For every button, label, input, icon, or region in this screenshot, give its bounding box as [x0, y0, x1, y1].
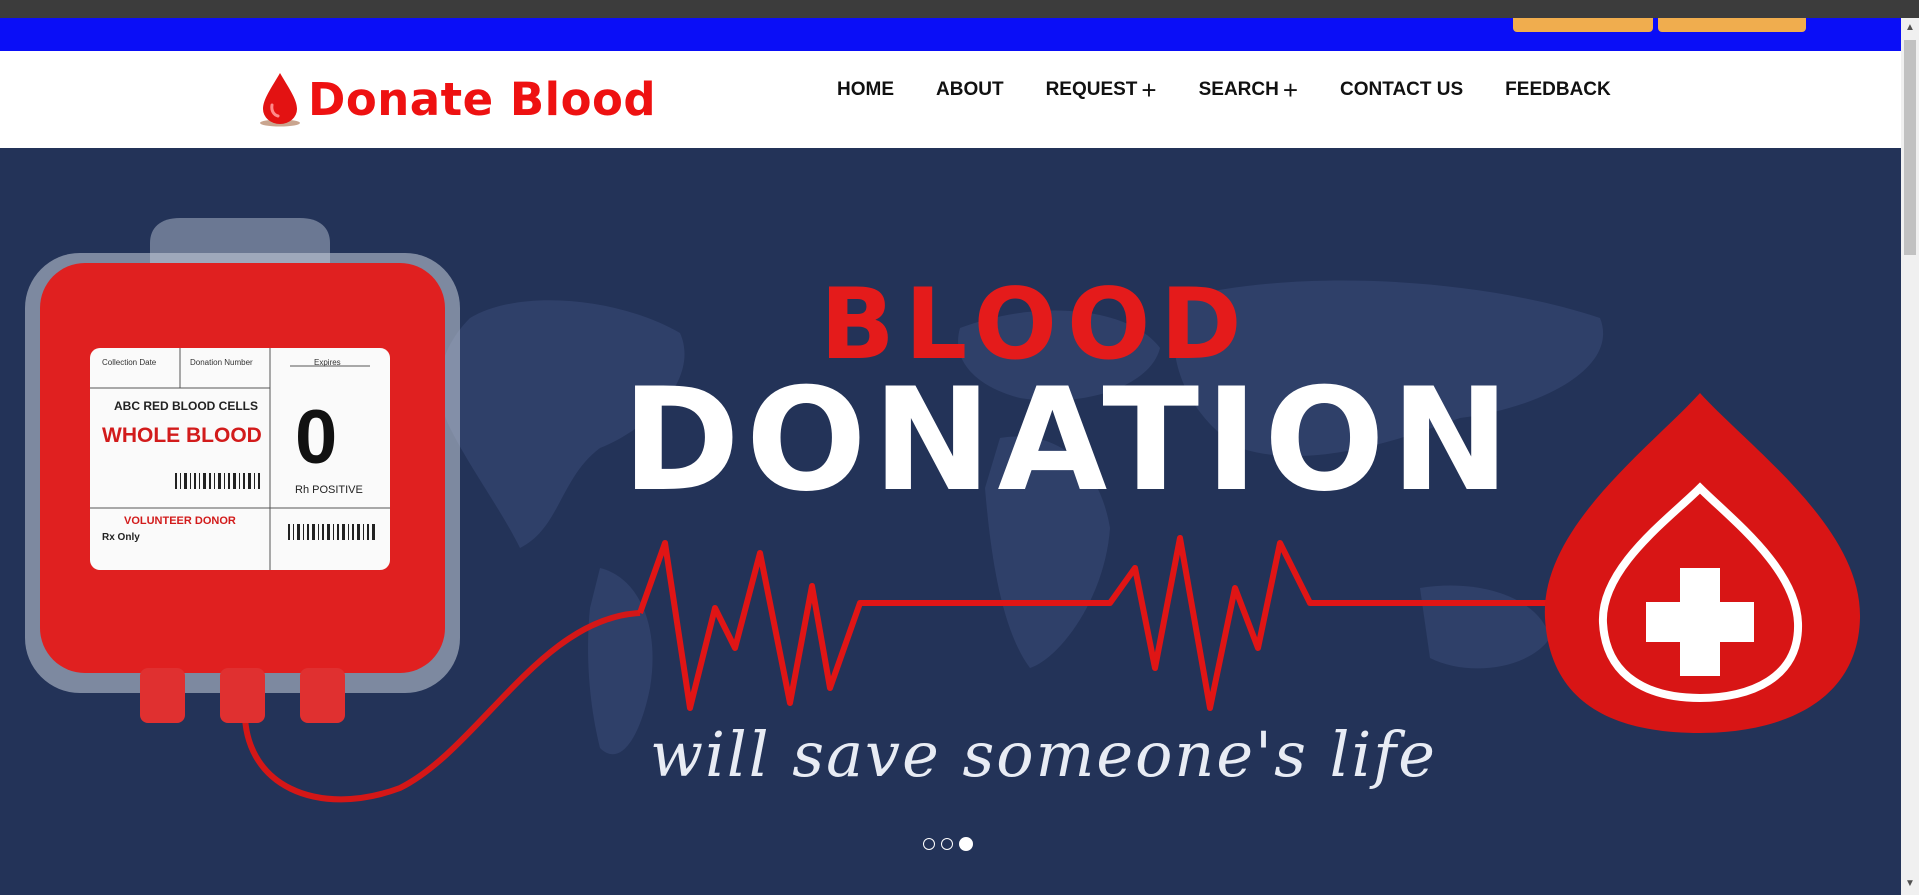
- nav-contact[interactable]: CONTACT US: [1340, 79, 1463, 101]
- plus-icon: +: [1282, 74, 1299, 105]
- scroll-thumb[interactable]: [1904, 40, 1916, 255]
- nav-home-label: HOME: [837, 79, 894, 100]
- slider-dot-2[interactable]: [941, 838, 953, 850]
- site-header: Donate Blood HOME ABOUT REQUEST + SEARCH +…: [0, 51, 1901, 148]
- hero-title-donation: DONATION: [622, 358, 1516, 523]
- nav-about-label: ABOUT: [936, 79, 1004, 100]
- label-donation-number: Donation Number: [190, 358, 253, 367]
- brand-name: Donate Blood: [308, 72, 657, 126]
- hero-tagline: will save someone's life: [650, 718, 1437, 791]
- slider-dot-3[interactable]: [959, 837, 973, 851]
- nav-feedback-label: FEEDBACK: [1505, 79, 1611, 100]
- plus-icon: +: [1141, 74, 1157, 105]
- blood-drop-cross-illustration: [1544, 393, 1861, 733]
- label-collection-date: Collection Date: [102, 358, 157, 367]
- main-nav: HOME ABOUT REQUEST + SEARCH + CONTACT US F…: [837, 74, 1653, 105]
- label-rx: Rx Only: [102, 532, 140, 543]
- top-button-2[interactable]: [1658, 18, 1806, 32]
- site-logo[interactable]: Donate Blood: [258, 71, 656, 127]
- label-product: ABC RED BLOOD CELLS: [114, 399, 258, 413]
- label-type: WHOLE BLOOD: [102, 424, 262, 447]
- nav-search[interactable]: SEARCH +: [1198, 74, 1299, 105]
- slider-dots: [923, 837, 973, 851]
- nav-request-label: REQUEST: [1045, 79, 1138, 100]
- top-button-1[interactable]: [1513, 18, 1653, 32]
- label-expires: Expires: [314, 358, 341, 367]
- nav-feedback[interactable]: FEEDBACK: [1505, 79, 1611, 101]
- scroll-down-icon[interactable]: ▼: [1905, 878, 1915, 889]
- hero-slider: Collection Date Donation Number Expires …: [0, 148, 1901, 895]
- label-rh: Rh POSITIVE: [295, 484, 363, 496]
- nav-home[interactable]: HOME: [837, 79, 894, 101]
- browser-chrome-strip: [0, 0, 1919, 18]
- page-scrollbar[interactable]: ▲ ▼: [1901, 18, 1919, 895]
- slider-dot-1[interactable]: [923, 838, 935, 850]
- nav-about[interactable]: ABOUT: [936, 79, 1004, 101]
- nav-contact-label: CONTACT US: [1340, 79, 1464, 100]
- label-donor: VOLUNTEER DONOR: [124, 515, 236, 527]
- nav-search-label: SEARCH: [1198, 79, 1279, 100]
- blood-bag-label: Collection Date Donation Number Expires …: [90, 348, 390, 570]
- nav-request[interactable]: REQUEST +: [1045, 74, 1157, 105]
- top-bar: [0, 18, 1901, 51]
- blood-drop-icon: [260, 73, 300, 127]
- scroll-up-icon[interactable]: ▲: [1905, 22, 1915, 33]
- label-group: 0: [295, 395, 338, 480]
